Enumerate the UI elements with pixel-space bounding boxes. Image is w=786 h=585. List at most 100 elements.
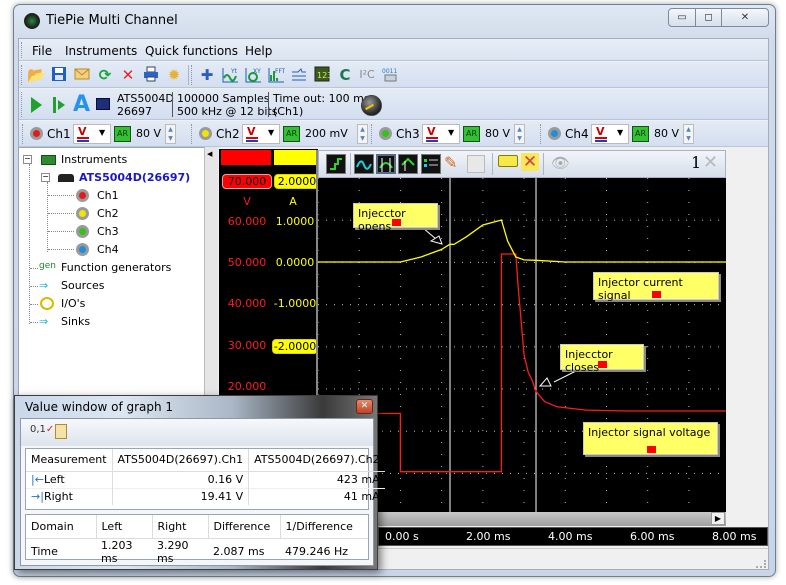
time-scrollbar[interactable] [318,512,726,526]
ch3-range-spinner[interactable]: ▲ ▼ [514,124,525,144]
tree-device[interactable]: ATS5004D(26697) [79,171,190,184]
table-row[interactable]: Time 1.203 ms 3.290 ms 2.087 ms 479.246 … [26,538,368,565]
start-icon[interactable] [31,97,42,113]
table-row[interactable]: →|Right 19.41 V 41 mA [26,488,385,505]
ch2-axis-max[interactable]: 2.0000 [274,174,320,189]
menu-file[interactable]: File [32,44,52,58]
value-window-close-button[interactable]: ✕ [356,399,373,414]
tree-ch1[interactable]: Ch1 [97,189,119,202]
save-icon[interactable] [50,66,68,84]
tree-ch2[interactable]: Ch2 [97,207,119,220]
trigger-info[interactable]: Time out: 100 ms (Ch1) [273,92,370,118]
tree-ios[interactable]: I/O's [61,297,85,310]
ch4-coupling-select[interactable]: V ▼ [591,124,629,144]
table-row[interactable]: |←Left 0.16 V 423 mA [26,471,385,488]
delete-icon[interactable]: ✕ [119,66,137,84]
channel-legend-button[interactable] [421,154,441,174]
numeric-display-icon[interactable]: 123 [313,66,332,84]
ch2-range[interactable]: 200 mV [305,127,348,140]
ch3-label[interactable]: Ch3 [396,127,420,141]
serial-icon[interactable]: 0011 [381,66,399,84]
cursor-mode-button[interactable] [376,154,396,174]
resize-grip[interactable] [756,560,766,568]
print-icon[interactable] [142,66,160,84]
ch4-range[interactable]: 80 V [654,127,679,140]
ch2-label[interactable]: Ch2 [216,127,240,141]
ch1-axis-tab[interactable] [221,150,271,165]
tree-line [29,164,30,324]
ch1-auto-range-button[interactable]: AR [114,126,131,142]
menu-instruments[interactable]: Instruments [65,44,137,58]
c-icon[interactable]: C [336,66,354,84]
ch1-coupling-select[interactable]: V ▼ [73,124,111,144]
add-graph-icon[interactable]: ✚ [198,66,216,84]
callout-injector-voltage[interactable]: Injector signal voltage [583,422,718,455]
ch2-coupling-select[interactable]: V ▼ [242,124,280,144]
callout-injector-current[interactable]: Injector current signal [593,272,719,302]
single-shot-icon[interactable] [58,100,65,110]
open-icon[interactable]: 📂 [27,66,46,84]
scroll-right-button[interactable]: ▶ [711,512,725,525]
add-comment-button[interactable] [498,155,518,167]
ch2-range-spinner[interactable]: ▲ ▼ [357,124,368,144]
ch1-label[interactable]: Ch1 [47,127,71,141]
yt-mode-button[interactable] [354,154,374,174]
tree-line [48,249,74,250]
menu-quick-functions[interactable]: Quick functions [145,44,238,58]
tree-scrollbar[interactable] [204,147,218,397]
sampling-info[interactable]: 100000 Samples 500 kHz @ 12 bits [177,92,277,118]
ch4-label[interactable]: Ch4 [565,127,589,141]
menu-help[interactable]: Help [245,44,272,58]
eraser-button[interactable]: ✎ [444,153,457,172]
decimals-button[interactable]: 0,1✓ [30,424,54,435]
yt-graph-icon[interactable]: Yt [221,66,239,84]
maximize-button[interactable]: ◻ [695,8,722,27]
minimize-button[interactable]: ▭ [668,8,696,27]
zoom-fit-button[interactable] [467,155,485,173]
ch1-value: 0.16 V [111,471,249,488]
marker-button[interactable] [398,154,418,174]
copy-clipboard-button[interactable] [55,424,67,439]
ch4-auto-range-button[interactable]: AR [632,126,649,142]
callout-handle[interactable] [598,361,607,368]
xy-graph-icon[interactable]: XY [244,66,262,84]
collapse-instruments-toggle[interactable]: − [23,155,32,164]
ch1-range[interactable]: 80 V [136,127,161,140]
delete-comments-button[interactable]: ✕ [521,153,539,171]
callout-handle[interactable] [646,446,656,453]
callout-handle[interactable] [652,291,661,298]
tree-function-generators[interactable]: Function generators [61,261,171,274]
grip [21,42,24,58]
tree-ch4[interactable]: Ch4 [97,243,119,256]
column-header: Domain [31,519,74,533]
tree-sources[interactable]: Sources [61,279,105,292]
collapse-device-toggle[interactable]: − [41,173,50,182]
ch2-auto-range-button[interactable]: AR [283,126,300,142]
ch3-range[interactable]: 80 V [485,127,510,140]
refresh-icon[interactable]: ⟳ [96,66,114,84]
callout-injector-opens[interactable]: Injecctor opens [353,203,438,233]
close-graph-button[interactable]: ✕ [703,152,718,173]
settings-icon[interactable]: ✹ [165,66,183,84]
ch1-range-spinner[interactable]: ▲ ▼ [165,124,176,144]
ch1-axis-max[interactable]: 70.000 [222,174,272,189]
ch2-axis-tick[interactable]: -2.0000 [272,339,318,354]
email-icon[interactable] [73,66,91,84]
i2c-icon[interactable]: I²C [358,66,376,84]
close-window-button[interactable]: ✕ [721,8,769,27]
auto-setup-icon[interactable]: A [73,92,90,117]
collapse-panel-arrow-icon[interactable]: ◀ [207,150,212,158]
step-display-button[interactable] [326,154,346,174]
callout-injector-closes[interactable]: Injecctor closes [560,344,644,374]
tree-instruments[interactable]: Instruments [61,153,127,166]
ch3-auto-range-button[interactable]: AR [463,126,480,142]
tree-ch3[interactable]: Ch3 [97,225,119,238]
tree-sinks[interactable]: Sinks [61,315,90,328]
hide-icon[interactable]: 👁 [551,154,570,172]
callout-handle[interactable] [391,219,401,226]
ch2-axis-tab[interactable] [274,150,317,165]
fft-graph-icon[interactable]: FFT [267,66,286,84]
meter-icon[interactable] [290,66,308,84]
ch3-coupling-select[interactable]: V ▼ [422,124,460,144]
ch4-range-spinner[interactable]: ▲ ▼ [683,124,694,144]
